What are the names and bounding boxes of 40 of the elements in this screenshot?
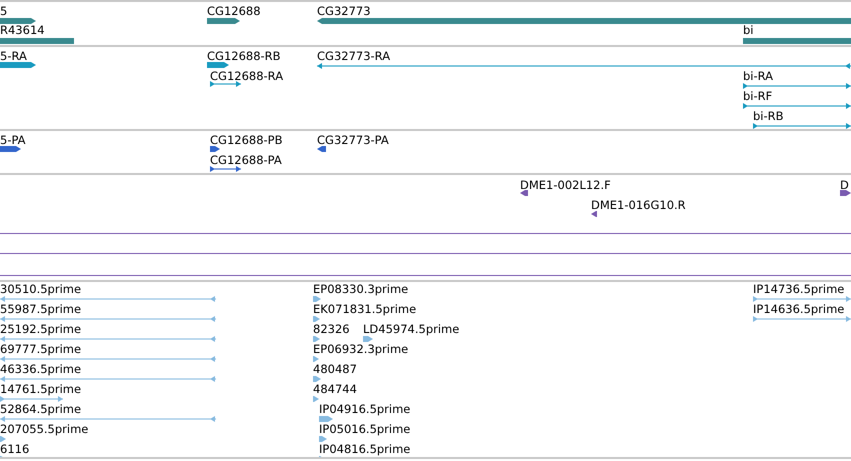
feature-label: IP14736.5prime [753, 282, 844, 296]
feature-label: IP04916.5prime [319, 402, 410, 416]
feature-label: IP04816.5prime [319, 442, 410, 456]
feature-label: 30510.5prime [0, 282, 82, 296]
feature-label: 46336.5prime [0, 362, 82, 376]
feature-label: 207055.5prime [0, 422, 88, 436]
feature-label: D [840, 178, 849, 192]
feature-label: 55987.5prime [0, 302, 82, 316]
feature-label: IP14636.5prime [753, 302, 844, 316]
feature-label: bi-RA [743, 69, 774, 83]
feature-label: 480487 [313, 362, 357, 376]
feature-label: bi [743, 23, 754, 37]
feature-label: R43614 [0, 23, 45, 37]
feature-label: EK071831.5prime [313, 302, 416, 316]
feature-label: EP06932.3prime [313, 342, 408, 356]
feature-label: DME1-016G10.R [591, 198, 686, 212]
feature-label: IP05016.5prime [319, 422, 410, 436]
feature-label: 52864.5prime [0, 402, 82, 416]
feature-label: CG12688-RA [210, 69, 284, 83]
feature-label: bi-RB [753, 109, 784, 123]
feature-label: LD45974.5prime [363, 322, 460, 336]
feature-label: CG32773 [317, 4, 371, 18]
feature-label: bi-RF [743, 89, 772, 103]
feature-label: CG32773-PA [317, 133, 389, 147]
feature-label: 82326 [313, 322, 350, 336]
feature-label: EP08330.3prime [313, 282, 408, 296]
feature-label: CG12688-PA [210, 153, 282, 167]
feature-label: 5-RA [0, 49, 27, 63]
feature-label: CG32773-RA [317, 49, 390, 63]
feature-label: 5 [0, 4, 8, 18]
feature-label: 69777.5prime [0, 342, 82, 356]
feature-label: CG12688-RB [207, 49, 281, 63]
feature-label: 6116 [0, 442, 30, 456]
feature-label: 14761.5prime [0, 382, 82, 396]
feature-label: CG12688-PB [210, 133, 282, 147]
feature-label: 5-PA [0, 133, 26, 147]
feature-label: 484744 [313, 382, 357, 396]
feature-label: 25192.5prime [0, 322, 82, 336]
feature-label: CG12688 [207, 4, 261, 18]
feature-label: DME1-002L12.F [520, 178, 611, 192]
